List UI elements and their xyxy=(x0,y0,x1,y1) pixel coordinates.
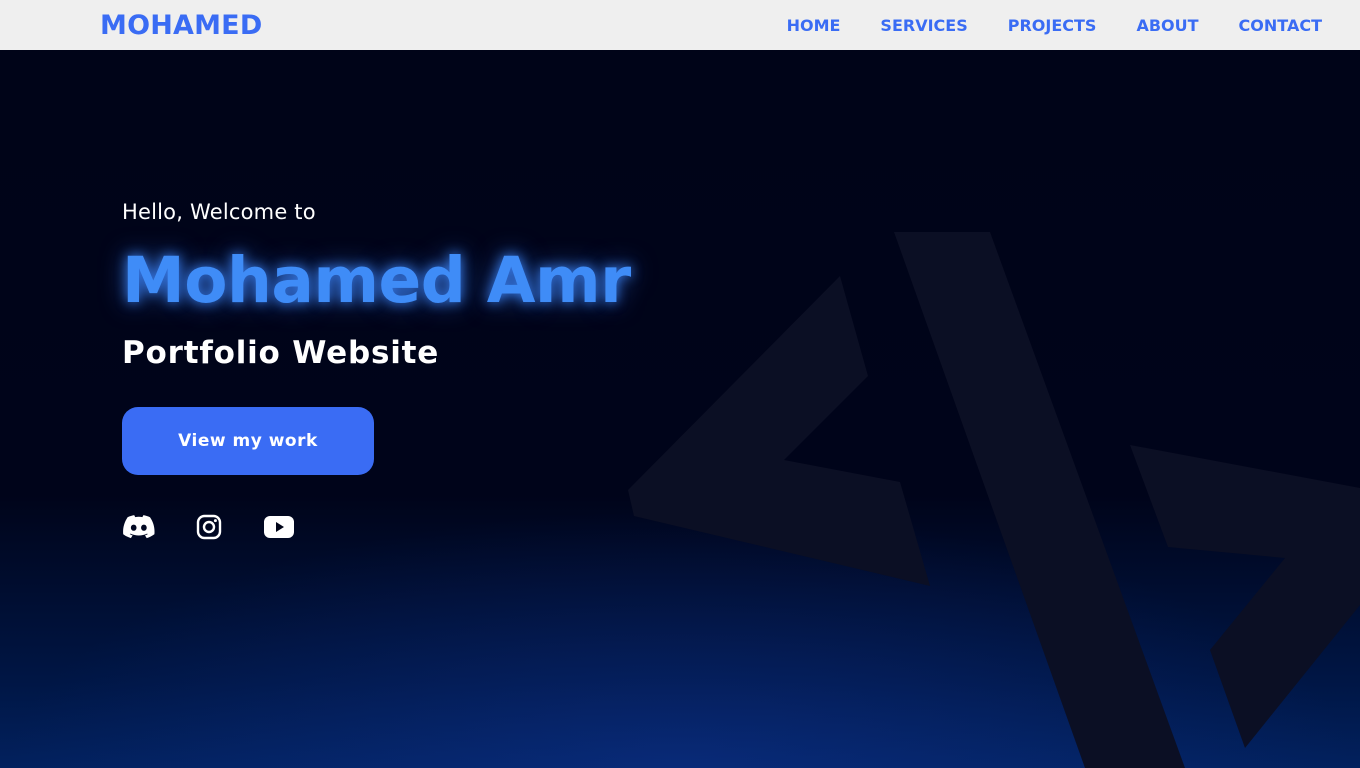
nav-link-home[interactable]: HOME xyxy=(787,16,841,35)
nav-link-contact[interactable]: CONTACT xyxy=(1239,16,1322,35)
site-logo[interactable]: MOHAMED xyxy=(100,10,262,41)
hero-subtitle: Portfolio Website xyxy=(122,335,440,371)
view-work-button[interactable]: View my work xyxy=(122,407,374,475)
nav-link-services[interactable]: SERVICES xyxy=(880,16,967,35)
hero-section: Hello, Welcome to Mohamed Amr Portfolio … xyxy=(0,50,1360,768)
hero-content: Hello, Welcome to Mohamed Amr Portfolio … xyxy=(122,200,631,543)
nav-link-about[interactable]: ABOUT xyxy=(1136,16,1198,35)
instagram-icon[interactable] xyxy=(193,511,225,543)
hero-greeting: Hello, Welcome to xyxy=(122,200,316,224)
top-navbar: MOHAMED HOME SERVICES PROJECTS ABOUT CON… xyxy=(0,0,1360,50)
discord-icon[interactable] xyxy=(123,511,155,543)
hero-name: Mohamed Amr xyxy=(122,244,631,317)
social-links xyxy=(122,511,631,543)
nav-link-projects[interactable]: PROJECTS xyxy=(1008,16,1097,35)
youtube-icon[interactable] xyxy=(263,511,295,543)
nav-links: HOME SERVICES PROJECTS ABOUT CONTACT xyxy=(787,16,1322,35)
